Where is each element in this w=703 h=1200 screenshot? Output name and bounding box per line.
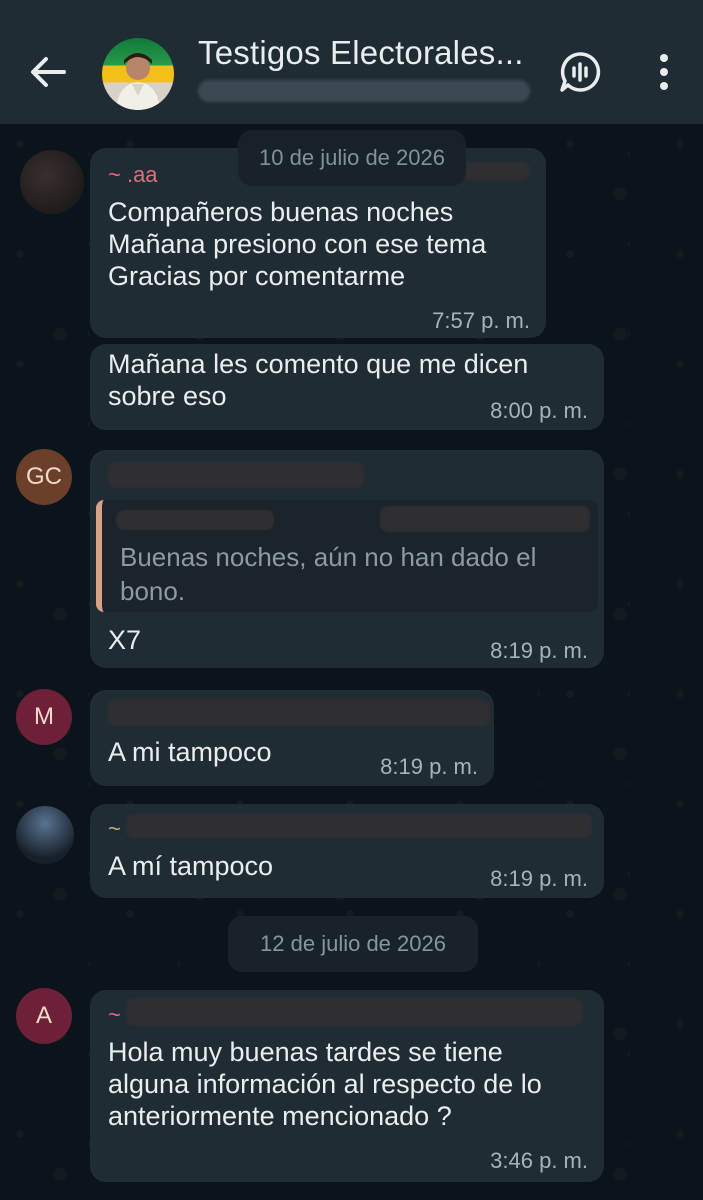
message-text: X7 xyxy=(108,625,142,655)
group-avatar[interactable] xyxy=(102,38,174,110)
more-vertical-icon xyxy=(660,54,668,90)
sender-name-redacted xyxy=(108,462,364,488)
message-time: 3:46 p. m. xyxy=(490,1148,588,1173)
more-options-button[interactable] xyxy=(644,50,684,94)
quoted-phone-redacted xyxy=(380,506,590,532)
message-text: Compañeros buenas noches Mañana presiono… xyxy=(108,197,487,291)
message-time: 8:19 p. m. xyxy=(490,866,588,891)
chat-header: Testigos Electorales... xyxy=(0,0,703,124)
sender-name: ~ xyxy=(108,1002,121,1027)
sender-avatar[interactable] xyxy=(16,806,74,864)
date-chip: 12 de julio de 2026 xyxy=(228,916,478,972)
message-bubble[interactable]: A mi tampoco 8:19 p. m. xyxy=(90,690,494,786)
message-time: 8:00 p. m. xyxy=(490,398,588,423)
sender-avatar[interactable]: GC xyxy=(16,449,72,505)
group-members-redacted xyxy=(198,80,530,102)
message-bubble[interactable]: ~ Hola muy buenas tardes se tiene alguna… xyxy=(90,990,604,1182)
message-bubble[interactable]: Buenas noches, aún no han dado el bono. … xyxy=(90,450,604,668)
sender-avatar[interactable]: A xyxy=(16,988,72,1044)
message-time: 8:19 p. m. xyxy=(490,638,588,663)
sender-name-redacted xyxy=(126,814,592,838)
message-time: 7:57 p. m. xyxy=(432,308,530,333)
sender-name: ~ xyxy=(108,816,121,841)
message-bubble[interactable]: Mañana les comento que me dicen sobre es… xyxy=(90,344,604,430)
sender-avatar[interactable] xyxy=(20,150,84,214)
sender-phone-redacted xyxy=(460,162,530,180)
sender-name: ~ .aa xyxy=(108,162,158,187)
quoted-message[interactable]: Buenas noches, aún no han dado el bono. xyxy=(96,500,598,612)
voice-chat-icon xyxy=(560,52,601,92)
quoted-text: Buenas noches, aún no han dado el bono. xyxy=(120,542,537,606)
person-photo-icon xyxy=(116,53,160,110)
date-chip: 10 de julio de 2026 xyxy=(238,130,466,186)
message-time: 8:19 p. m. xyxy=(380,754,478,779)
arrow-left-icon xyxy=(31,57,66,87)
message-text: A mi tampoco xyxy=(108,737,272,767)
message-text: Hola muy buenas tardes se tiene alguna i… xyxy=(108,1037,542,1131)
sender-name-redacted xyxy=(108,700,490,726)
sender-avatar[interactable]: M xyxy=(16,689,72,745)
message-text: Mañana les comento que me dicen sobre es… xyxy=(108,349,529,411)
voice-chat-button[interactable] xyxy=(556,48,604,96)
message-bubble[interactable]: ~ A mí tampoco 8:19 p. m. xyxy=(90,804,604,898)
back-button[interactable] xyxy=(24,48,72,96)
group-title[interactable]: Testigos Electorales... xyxy=(198,34,524,72)
quoted-sender-redacted xyxy=(116,510,274,530)
sender-name-redacted xyxy=(126,998,582,1026)
message-text: A mí tampoco xyxy=(108,851,274,881)
